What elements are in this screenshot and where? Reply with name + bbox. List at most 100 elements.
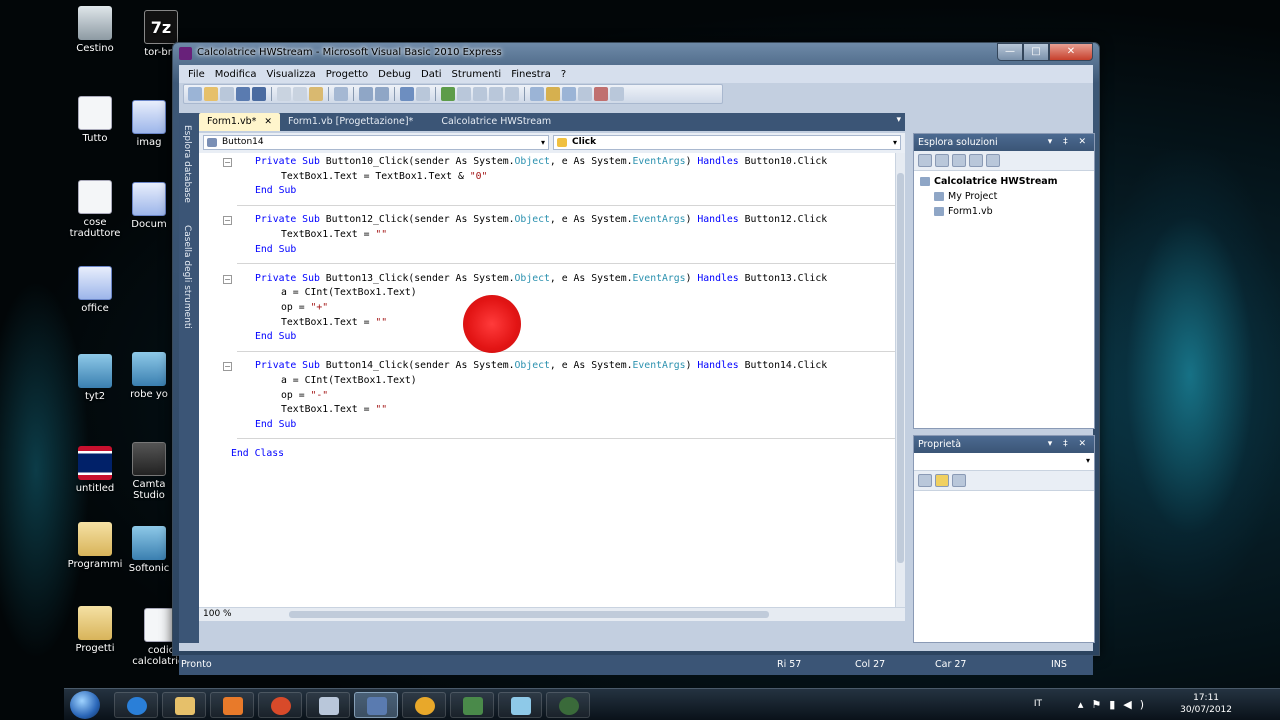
properties-button[interactable] xyxy=(918,154,932,167)
desktop-icon-cose-traduttore[interactable]: cose traduttore xyxy=(60,180,130,239)
desktop-icon-docum[interactable]: Docum xyxy=(126,182,172,230)
menu-help[interactable]: ? xyxy=(556,69,571,80)
sidebar-tab-casella-strumenti[interactable]: Casella degli strumenti xyxy=(182,225,192,329)
desktop-icon-tyt2[interactable]: tyt2 xyxy=(60,354,130,402)
taskbar-visual-basic[interactable] xyxy=(354,692,398,718)
menu-debug[interactable]: Debug xyxy=(373,69,416,80)
code-line[interactable]: TextBox1.Text = "" xyxy=(281,228,387,242)
code-line[interactable]: End Sub xyxy=(255,243,296,257)
alphabetical-button[interactable] xyxy=(935,474,949,487)
taskbar-recorder[interactable] xyxy=(546,692,590,718)
tray-icons[interactable]: ▴⚑▮◀) xyxy=(1078,698,1152,711)
solution-explorer-icon[interactable] xyxy=(530,87,544,101)
menu-file[interactable]: File xyxy=(183,69,210,80)
desktop-icon-camtasia[interactable]: Camta Studio xyxy=(126,442,172,501)
taskbar-explorer[interactable] xyxy=(162,692,206,718)
code-line[interactable]: a = CInt(TextBox1.Text) xyxy=(281,286,417,300)
taskbar-camtasia[interactable] xyxy=(450,692,494,718)
categorized-button[interactable] xyxy=(918,474,932,487)
uncomment-icon[interactable] xyxy=(375,87,389,101)
desktop-icon-softonic[interactable]: Softonic xyxy=(126,526,172,574)
minimize-button[interactable]: — xyxy=(997,43,1023,61)
code-line[interactable]: TextBox1.Text = "" xyxy=(281,316,387,330)
maximize-button[interactable]: □ xyxy=(1023,43,1049,61)
panel-buttons[interactable]: ▾ ‡ ✕ xyxy=(1048,134,1090,151)
code-line[interactable]: End Sub xyxy=(255,418,296,432)
view-designer-button[interactable] xyxy=(986,154,1000,167)
editor-vertical-scrollbar[interactable] xyxy=(895,153,905,607)
code-editor[interactable]: − Private Sub Button10_Click(sender As Sy… xyxy=(199,153,895,607)
menu-dati[interactable]: Dati xyxy=(416,69,447,80)
stop-icon[interactable] xyxy=(473,87,487,101)
tree-item-my-project[interactable]: My Project xyxy=(934,189,1088,204)
menu-finestra[interactable]: Finestra xyxy=(506,69,556,80)
menu-visualizza[interactable]: Visualizza xyxy=(262,69,321,80)
collapse-region-icon[interactable]: − xyxy=(223,216,232,226)
desktop-icon-cestino[interactable]: Cestino xyxy=(60,6,130,54)
sidebar-tab-esplora-database[interactable]: Esplora database xyxy=(182,125,192,203)
object-browser-icon[interactable] xyxy=(578,87,592,101)
collapse-region-icon[interactable]: − xyxy=(223,158,232,167)
properties-object-combo[interactable]: ▾ xyxy=(914,453,1094,471)
code-line[interactable]: a = CInt(TextBox1.Text) xyxy=(281,374,417,388)
desktop-icon-robe-yo[interactable]: robe yo xyxy=(126,352,172,400)
desktop-icon-office[interactable]: office xyxy=(60,266,130,314)
toolbar-options-icon[interactable] xyxy=(610,87,624,101)
window-titlebar[interactable]: Calcolatrice HWStream - Microsoft Visual… xyxy=(173,43,1099,65)
code-line[interactable]: Private Sub Button14_Click(sender As Sys… xyxy=(255,359,827,373)
taskbar-globe[interactable] xyxy=(402,692,446,718)
panel-buttons[interactable]: ▾ ‡ ✕ xyxy=(1048,436,1090,453)
open-file-icon[interactable] xyxy=(204,87,218,101)
taskbar-chrome[interactable] xyxy=(258,692,302,718)
event-combo[interactable]: Click ▾ xyxy=(553,135,901,150)
code-line[interactable]: End Sub xyxy=(255,330,296,344)
menu-progetto[interactable]: Progetto xyxy=(321,69,373,80)
tab-calcolatrice-project[interactable]: Calcolatrice HWStream xyxy=(433,113,559,131)
code-line[interactable]: Private Sub Button13_Click(sender As Sys… xyxy=(255,272,827,286)
comment-icon[interactable] xyxy=(359,87,373,101)
code-line[interactable]: End Class xyxy=(231,447,284,461)
menu-strumenti[interactable]: Strumenti xyxy=(447,69,507,80)
tab-form1-design[interactable]: Form1.vb [Progettazione]* xyxy=(280,113,421,131)
redo-icon[interactable] xyxy=(416,87,430,101)
tab-form1-vb[interactable]: Form1.vb* ✕ xyxy=(199,113,280,131)
view-code-button[interactable] xyxy=(969,154,983,167)
collapse-region-icon[interactable]: − xyxy=(223,362,232,372)
taskbar-paint[interactable] xyxy=(498,692,542,718)
taskbar-media-player[interactable] xyxy=(210,692,254,718)
tree-item-form1[interactable]: Form1.vb xyxy=(934,204,1088,219)
toolbox-icon[interactable] xyxy=(562,87,576,101)
property-pages-button[interactable] xyxy=(952,474,966,487)
desktop-icon-untitled[interactable]: untitled xyxy=(60,446,130,494)
code-line[interactable]: TextBox1.Text = TextBox1.Text & "0" xyxy=(281,170,487,184)
close-tab-icon[interactable]: ✕ xyxy=(264,117,272,127)
paste-icon[interactable] xyxy=(309,87,323,101)
save-all-icon[interactable] xyxy=(252,87,266,101)
undo-icon[interactable] xyxy=(400,87,414,101)
collapse-region-icon[interactable]: − xyxy=(223,274,232,284)
desktop-icon-tutto[interactable]: Tutto xyxy=(60,96,130,144)
start-debug-icon[interactable] xyxy=(441,87,455,101)
add-item-icon[interactable] xyxy=(220,87,234,101)
desktop-icon-programmi[interactable]: Programmi xyxy=(60,522,130,570)
clock[interactable]: 17:11 30/07/2012 xyxy=(1180,692,1232,716)
refresh-button[interactable] xyxy=(952,154,966,167)
start-button[interactable] xyxy=(70,691,100,719)
horizontal-scrollbar-thumb[interactable] xyxy=(289,611,769,618)
tab-dropdown-icon[interactable]: ▾ xyxy=(896,115,901,125)
code-line[interactable]: op = "-" xyxy=(281,389,328,403)
copy-icon[interactable] xyxy=(293,87,307,101)
step-into-icon[interactable] xyxy=(489,87,503,101)
show-all-files-button[interactable] xyxy=(935,154,949,167)
code-line[interactable]: End Sub xyxy=(255,184,296,198)
taskbar-app[interactable] xyxy=(306,692,350,718)
save-icon[interactable] xyxy=(236,87,250,101)
find-icon[interactable] xyxy=(334,87,348,101)
tree-root-project[interactable]: Calcolatrice HWStream xyxy=(920,174,1088,189)
taskbar-ie[interactable] xyxy=(114,692,158,718)
cut-icon[interactable] xyxy=(277,87,291,101)
close-button[interactable]: ✕ xyxy=(1049,43,1093,61)
zoom-level[interactable]: 100 % xyxy=(203,608,232,621)
pause-icon[interactable] xyxy=(457,87,471,101)
menu-modifica[interactable]: Modifica xyxy=(210,69,262,80)
